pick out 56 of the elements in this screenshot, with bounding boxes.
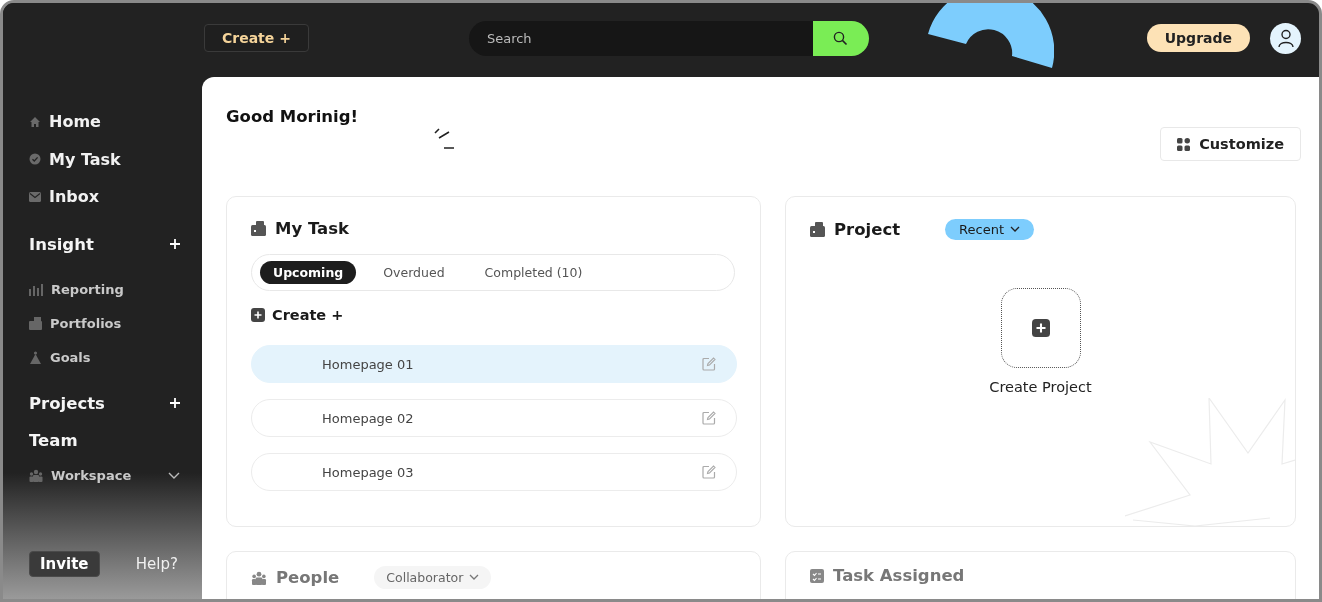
chevron-down-icon [1010,226,1021,233]
sidebar-item[interactable]: Reporting [29,282,124,297]
check-circle-icon [29,153,41,166]
sidebar-item[interactable]: Goals [29,350,91,365]
task-name: Homepage 02 [322,410,414,426]
invite-button[interactable]: Invite [29,551,100,577]
checklist-icon [810,568,824,583]
help-link[interactable]: Help? [135,555,178,573]
upgrade-button[interactable]: Upgrade [1146,24,1250,52]
building-icon [29,317,42,330]
recent-dropdown[interactable]: Recent [945,219,1035,240]
grid-icon [1177,137,1191,151]
card-title: My Task [275,219,349,238]
tab[interactable]: Overdued [370,261,458,284]
plus-square-icon [1031,319,1050,337]
chevron-down-icon [469,574,480,581]
avatar-button[interactable] [1270,22,1301,54]
create-project-label: Create Project [989,379,1092,395]
create-project-button[interactable] [1000,288,1081,368]
customize-button[interactable]: Customize [1160,127,1301,161]
task-row[interactable]: Homepage 01 [251,345,737,383]
card-title: People [276,568,340,587]
user-icon [1275,28,1296,48]
briefcase-icon [810,222,825,237]
task-name: Homepage 03 [322,464,414,480]
search-icon [833,30,849,46]
tab[interactable]: Completed (10) [471,261,596,284]
collaborator-dropdown[interactable]: Collaborator [374,566,492,589]
task-name: Homepage 01 [322,356,414,372]
tab[interactable]: Upcoming [260,261,357,284]
sidebar-heading[interactable]: Insight [29,234,94,254]
bar-chart-icon [29,283,43,296]
sidebar-item[interactable]: Inbox [29,187,100,207]
plus-icon[interactable] [170,239,180,249]
sidebar-item[interactable]: Portfolios [29,316,122,331]
sidebar-heading[interactable]: Projects [29,393,105,413]
plus-square-icon [251,308,265,322]
card-title: Task Assigned [833,566,965,585]
mail-icon [29,191,41,202]
card-title: Project [834,220,901,239]
home-icon [29,115,41,128]
plus-icon[interactable] [170,398,180,408]
people-icon [251,570,267,585]
greeting-heading: Good Morinig! [226,107,359,126]
sidebar-item[interactable]: Workspace [29,468,132,483]
sidebar-heading[interactable]: Team [29,430,78,450]
chevron-down-icon[interactable] [168,471,180,480]
search-button[interactable] [812,20,869,56]
create-button[interactable]: Create + [204,24,309,52]
sidebar-item[interactable]: Home [29,112,101,132]
search-field[interactable]: Search [468,20,813,56]
create-task-button[interactable]: Create + [251,307,344,323]
briefcase-icon [251,221,266,236]
people-icon [29,469,43,482]
cone-icon [29,350,42,365]
sidebar-item[interactable]: My Task [29,149,121,169]
